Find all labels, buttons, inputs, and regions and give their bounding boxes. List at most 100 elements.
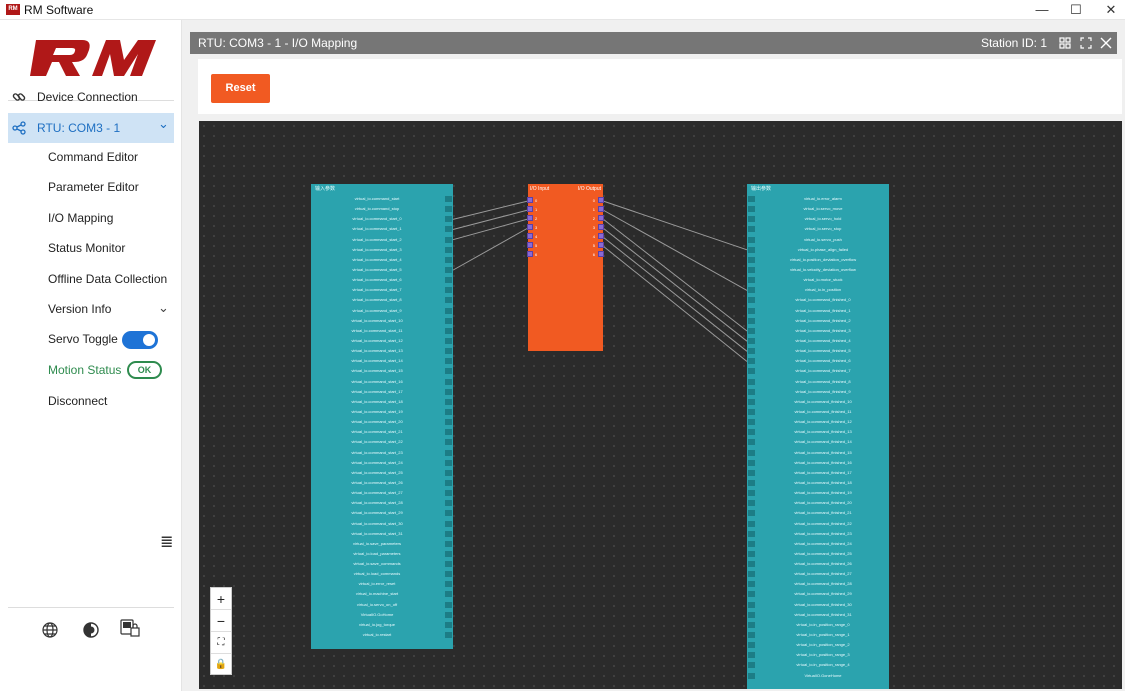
node-port[interactable]: virtual_io.servo_move <box>747 204 889 214</box>
port-handle[interactable] <box>445 490 452 497</box>
node-port[interactable]: virtual_io.command_finished_15 <box>747 448 889 458</box>
port-handle[interactable] <box>445 571 452 578</box>
sidebar-item-version-info[interactable]: Version Info <box>48 296 111 322</box>
node-port[interactable]: virtual_io.save_parameters <box>311 539 453 549</box>
port-handle[interactable] <box>445 449 452 456</box>
fit-view-button[interactable]: ⛶ <box>211 632 231 654</box>
port-handle[interactable] <box>748 601 755 608</box>
node-port[interactable]: virtual_io.phase_align_failed <box>747 245 889 255</box>
node-port[interactable]: virtual_io.command_finished_9 <box>747 387 889 397</box>
node-port[interactable]: virtual_io.servo_on_off <box>311 600 453 610</box>
fullscreen-icon[interactable] <box>1080 37 1092 49</box>
node-port[interactable]: virtual_io.command_finished_1 <box>747 306 889 316</box>
port-handle[interactable] <box>445 388 452 395</box>
port-handle[interactable] <box>445 266 452 273</box>
node-port[interactable]: virtual_io.command_finished_17 <box>747 468 889 478</box>
port-handle[interactable] <box>445 550 452 557</box>
node-port[interactable]: virtual_io.command_start_22 <box>311 437 453 447</box>
port-handle[interactable] <box>748 550 755 557</box>
port-handle[interactable] <box>748 266 755 273</box>
port-handle[interactable] <box>748 246 755 253</box>
sidebar-item-rtu-com3[interactable]: RTU: COM3 - 1 ⌄ <box>8 113 174 143</box>
port-handle[interactable] <box>748 510 755 517</box>
node-port[interactable]: virtual_io.command_finished_29 <box>747 589 889 599</box>
port-handle[interactable] <box>748 368 755 375</box>
port-handle[interactable] <box>748 337 755 344</box>
node-port[interactable]: virtual_io.load_commands <box>311 569 453 579</box>
node-port[interactable]: virtual_io.velocity_deviation_overflow <box>747 265 889 275</box>
node-port[interactable]: virtual_io.command_finished_20 <box>747 498 889 508</box>
port-handle[interactable] <box>445 469 452 476</box>
port-handle[interactable] <box>748 216 755 223</box>
port-handle[interactable] <box>748 581 755 588</box>
port-handle[interactable] <box>748 226 755 233</box>
port-handle[interactable] <box>445 236 452 243</box>
port-handle[interactable] <box>445 581 452 588</box>
port-handle[interactable] <box>445 317 452 324</box>
node-port[interactable]: virtual_io.command_start_9 <box>311 306 453 316</box>
node-port[interactable]: virtual_io.command_start <box>311 194 453 204</box>
node-port[interactable]: virtual_io.in_position_range_0 <box>747 620 889 630</box>
port-handle[interactable] <box>445 500 452 507</box>
node-port[interactable]: virtual_io.command_finished_3 <box>747 326 889 336</box>
node-port[interactable]: virtual_io.command_finished_18 <box>747 478 889 488</box>
port-handle[interactable] <box>748 206 755 213</box>
port-handle[interactable] <box>445 510 452 517</box>
node-port[interactable]: virtual_io.command_finished_23 <box>747 529 889 539</box>
port-handle[interactable] <box>748 327 755 334</box>
node-port[interactable]: virtual_io.command_finished_14 <box>747 437 889 447</box>
io-output-port[interactable] <box>598 224 604 230</box>
node-port[interactable]: virtual_io.in_position_range_4 <box>747 660 889 670</box>
node-port[interactable]: virtual_io.error_alarm <box>747 194 889 204</box>
io-output-port[interactable] <box>598 197 604 203</box>
node-port[interactable]: virtual_io.in_position_range_1 <box>747 630 889 640</box>
node-port[interactable]: virtual_io.command_start_13 <box>311 346 453 356</box>
port-handle[interactable] <box>445 398 452 405</box>
port-handle[interactable] <box>748 540 755 547</box>
node-port[interactable]: virtual_io.in_position_range_3 <box>747 650 889 660</box>
collapse-sidebar-icon[interactable]: ≣ <box>160 532 173 552</box>
port-handle[interactable] <box>445 621 452 628</box>
port-handle[interactable] <box>748 307 755 314</box>
port-handle[interactable] <box>748 429 755 436</box>
node-port[interactable]: virtual_io.command_start_4 <box>311 255 453 265</box>
port-handle[interactable] <box>748 652 755 659</box>
node-port[interactable]: virtual_io.motor_stuck <box>747 275 889 285</box>
port-handle[interactable] <box>445 246 452 253</box>
port-handle[interactable] <box>748 297 755 304</box>
port-handle[interactable] <box>748 256 755 263</box>
port-handle[interactable] <box>748 317 755 324</box>
node-port[interactable]: virtual_io.command_start_14 <box>311 356 453 366</box>
node-port[interactable]: virtual_io.command_start_5 <box>311 265 453 275</box>
node-port[interactable]: virtual_io.servo_hold <box>747 214 889 224</box>
node-port[interactable]: virtual_io.command_start_7 <box>311 285 453 295</box>
port-handle[interactable] <box>445 561 452 568</box>
node-port[interactable]: virtual_io.in_position <box>747 285 889 295</box>
node-port[interactable]: virtual_io.servo_stop <box>747 224 889 234</box>
grid-icon[interactable] <box>1059 37 1071 49</box>
port-handle[interactable] <box>748 490 755 497</box>
port-handle[interactable] <box>748 500 755 507</box>
port-handle[interactable] <box>748 591 755 598</box>
port-handle[interactable] <box>748 459 755 466</box>
port-handle[interactable] <box>445 348 452 355</box>
node-port[interactable]: virtual_io.command_finished_16 <box>747 458 889 468</box>
port-handle[interactable] <box>445 479 452 486</box>
mapping-canvas[interactable]: 输入参数 virtual_io.command_start virtual_io.… <box>199 121 1122 689</box>
node-port[interactable]: virtual_io.command_finished_22 <box>747 519 889 529</box>
port-handle[interactable] <box>748 348 755 355</box>
io-input-port[interactable] <box>527 251 533 257</box>
node-port[interactable]: virtual_io.command_finished_13 <box>747 427 889 437</box>
port-handle[interactable] <box>748 662 755 669</box>
connection-line[interactable] <box>602 245 748 362</box>
port-handle[interactable] <box>445 611 452 618</box>
io-output-port[interactable] <box>598 206 604 212</box>
node-port[interactable]: virtual_io.command_finished_2 <box>747 316 889 326</box>
node-port[interactable]: virtual_io.command_start_27 <box>311 488 453 498</box>
io-input-port[interactable] <box>527 233 533 239</box>
node-port[interactable]: virtual_io.command_finished_21 <box>747 508 889 518</box>
node-port[interactable]: virtual_io.command_finished_24 <box>747 539 889 549</box>
node-port[interactable]: virtual_io.command_start_21 <box>311 427 453 437</box>
node-port[interactable]: virtual_io.command_finished_10 <box>747 397 889 407</box>
port-handle[interactable] <box>445 601 452 608</box>
